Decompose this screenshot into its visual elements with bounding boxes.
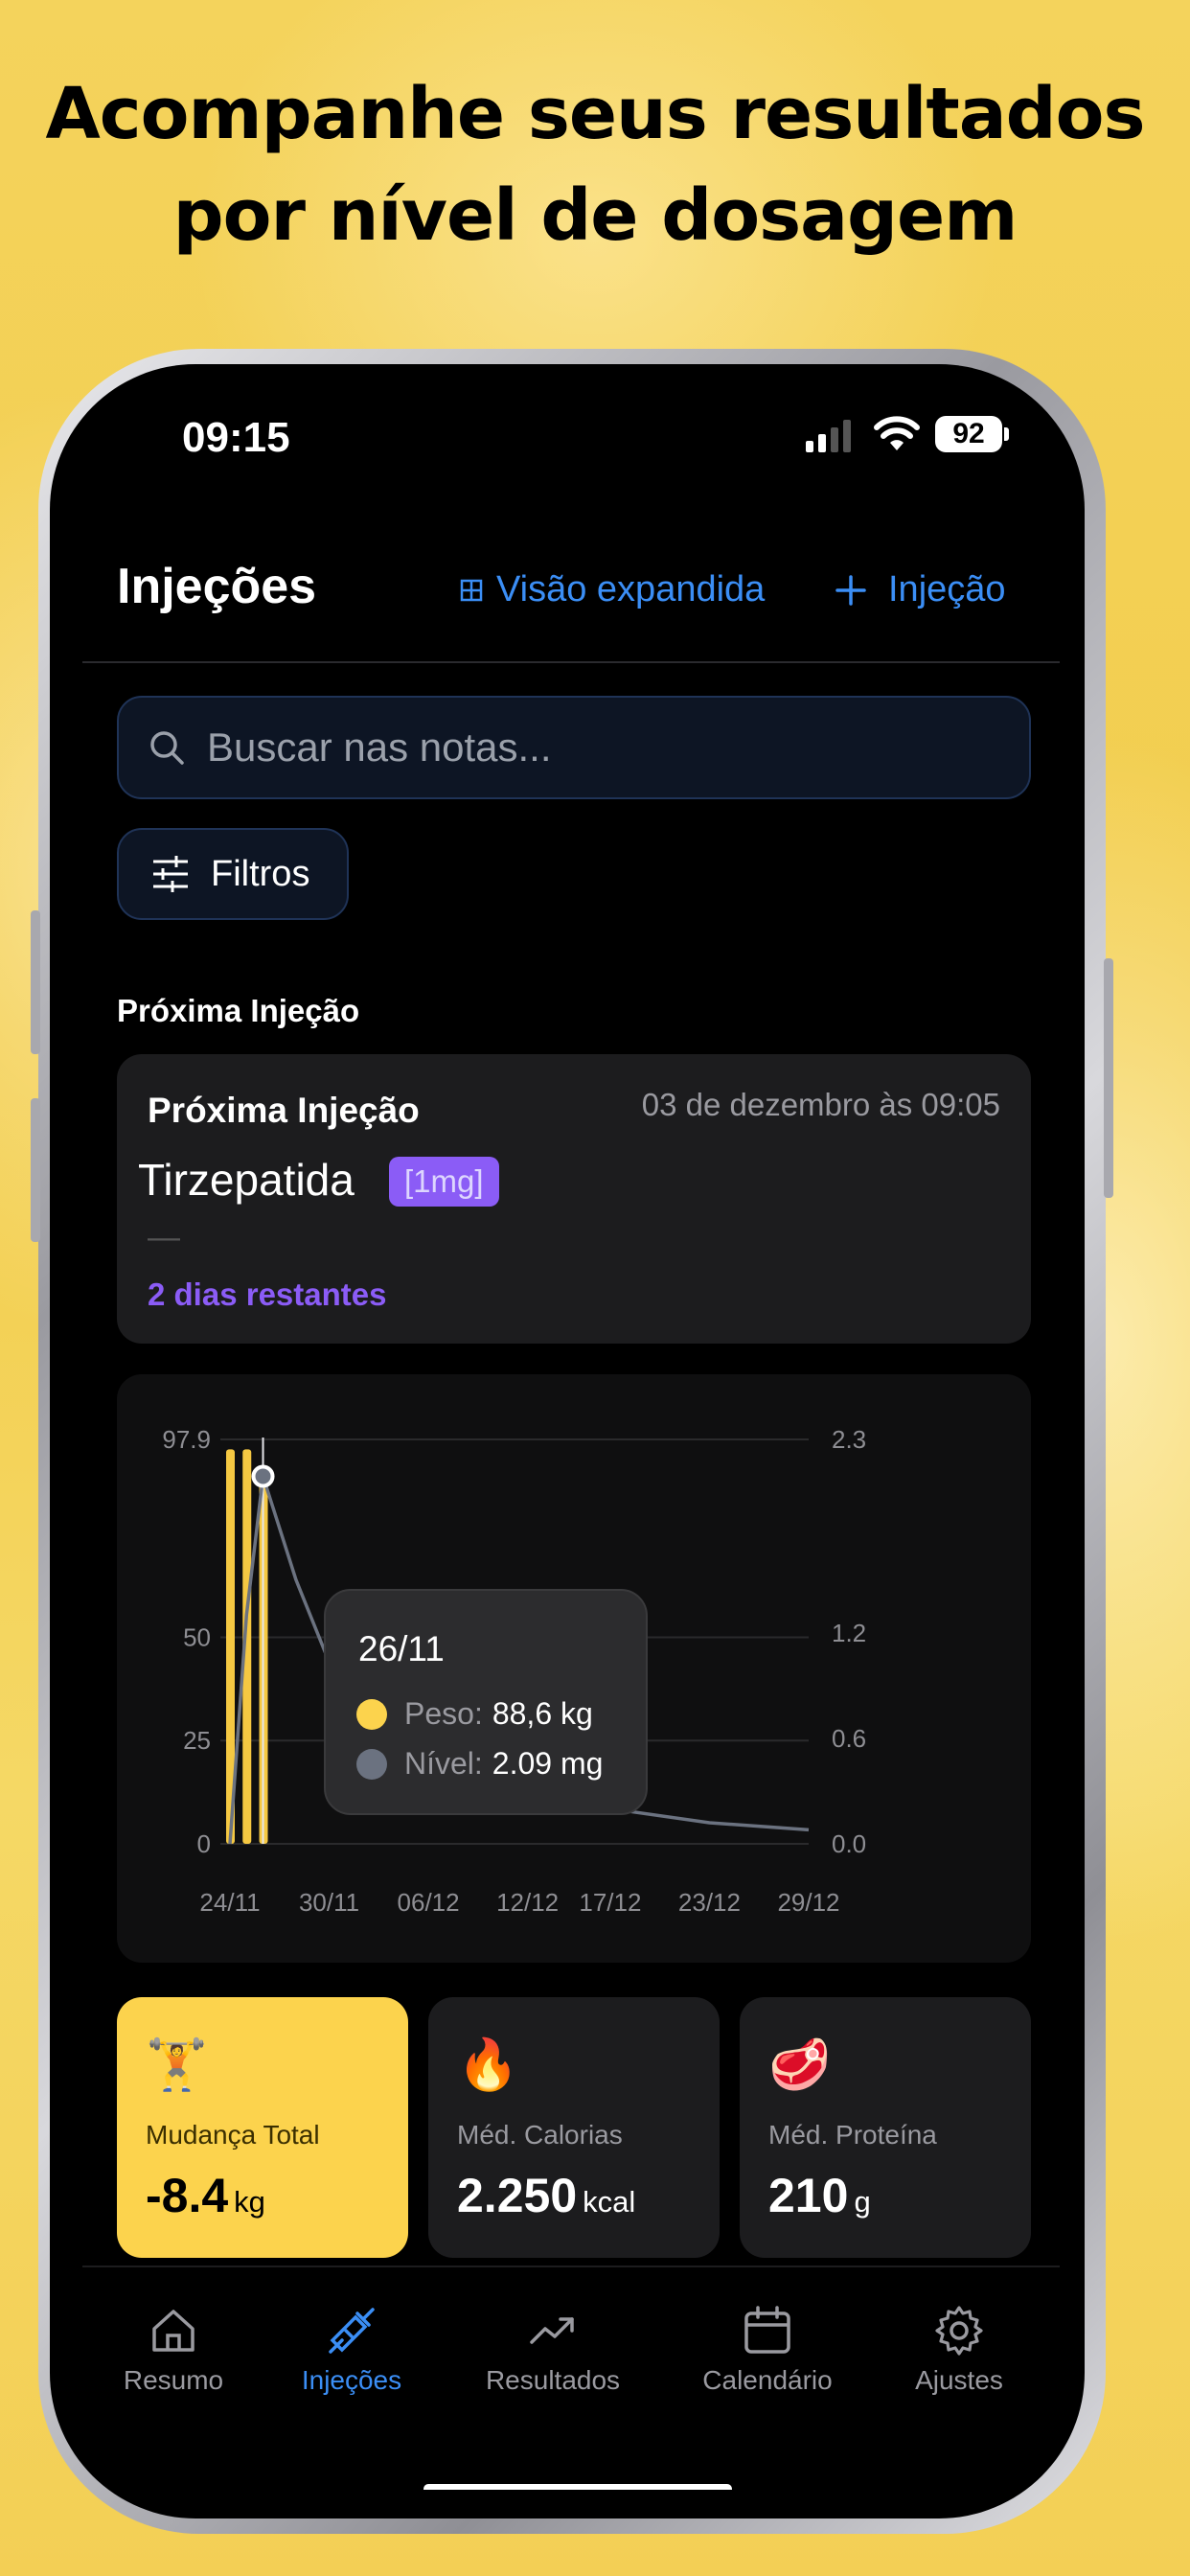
search-icon — [150, 731, 184, 765]
marketing-headline: Acompanhe seus resultados por nível de d… — [0, 63, 1190, 266]
headline-line-1: Acompanhe seus resultados — [45, 73, 1146, 155]
tab-ajustes[interactable]: Ajustes — [868, 2304, 1050, 2396]
status-time: 09:15 — [182, 414, 290, 461]
x-tick-label: 12/12 — [496, 1888, 559, 1917]
weight-legend-dot — [356, 1698, 387, 1730]
filters-label: Filtros — [211, 853, 310, 894]
volume-up-button — [31, 910, 40, 1054]
weightlifter-icon: 🏋 — [146, 2037, 208, 2093]
y-right-tick-label: 2.3 — [832, 1425, 866, 1454]
injection-note: — — [148, 1219, 180, 1255]
tab-resumo[interactable]: Resumo — [82, 2304, 264, 2396]
tab-injecoes[interactable]: Injeções — [261, 2304, 443, 2396]
stat-card-total-change[interactable]: 🏋 Mudança Total -8.4 kg — [117, 1997, 408, 2258]
tooltip-weight-row: Peso: 88,6 kg — [356, 1696, 593, 1732]
x-tick-label: 23/12 — [678, 1888, 741, 1917]
stat-label: Méd. Calorias — [457, 2120, 623, 2150]
stat-unit: g — [854, 2185, 871, 2219]
tab-label: Resultados — [485, 2365, 621, 2395]
battery-nub — [1004, 427, 1009, 441]
fire-icon: 🔥 — [457, 2037, 519, 2093]
section-label-next-injection: Próxima Injeção — [117, 993, 360, 1028]
stat-value: 2.250 — [457, 2169, 578, 2222]
x-tick-label: 30/11 — [299, 1888, 359, 1917]
stat-value-row: 210 g — [768, 2168, 871, 2223]
stat-card-avg-protein[interactable]: 🥩 Méd. Proteína 210 g — [740, 1997, 1031, 2258]
stat-unit: kcal — [583, 2185, 636, 2219]
cellular-signal-icon — [806, 420, 851, 452]
stat-label: Méd. Proteína — [768, 2120, 937, 2150]
tooltip-weight-label: Peso: — [404, 1696, 483, 1731]
calendar-icon — [744, 2306, 790, 2354]
dose-badge: [1mg] — [389, 1157, 499, 1207]
add-injection-button[interactable]: Injeção — [835, 569, 1006, 610]
stat-label: Mudança Total — [146, 2120, 320, 2150]
page-title: Injeções — [117, 559, 317, 614]
search-field[interactable]: Buscar nas notas... — [117, 696, 1031, 799]
tab-resultados[interactable]: Resultados — [462, 2304, 644, 2396]
wifi-icon — [874, 416, 920, 450]
power-button — [1104, 958, 1113, 1198]
stat-value: 210 — [768, 2169, 849, 2222]
x-tick-label: 29/12 — [777, 1888, 839, 1917]
x-tick-label: 06/12 — [398, 1888, 460, 1917]
add-injection-label: Injeção — [888, 569, 1006, 610]
phone-screen: 09:15 92 Injeções Visão expandida Injeçã… — [82, 395, 1060, 2490]
y-left-tick-label: 25 — [183, 1726, 211, 1755]
expanded-view-label: Visão expandida — [496, 569, 766, 610]
y-right-tick-label: 0.0 — [832, 1829, 866, 1858]
meat-icon: 🥩 — [768, 2037, 831, 2093]
level-legend-dot — [356, 1748, 387, 1780]
stat-unit: kg — [234, 2185, 265, 2219]
tab-label: Ajustes — [915, 2365, 1003, 2395]
drug-name: Tirzepatida — [138, 1155, 355, 1205]
tab-calendario[interactable]: Calendário — [676, 2304, 858, 2396]
dosage-chart-card: 97.9 50 25 0 2.3 1.2 0.6 0.0 24/11 30/11 06/12 12/1… — [117, 1374, 1031, 1963]
y-left-tick-label: 50 — [183, 1622, 211, 1651]
stat-value: -8.4 — [146, 2169, 229, 2222]
selected-point — [251, 1464, 275, 1488]
plus-icon — [835, 574, 866, 606]
chart-tooltip: 26/11 Peso: 88,6 kg Nível: 2.09 mg — [324, 1589, 648, 1815]
tab-bar: Resumo Injeções Resultados Calendário Aj… — [82, 2266, 1060, 2490]
stat-value-row: 2.250 kcal — [457, 2168, 635, 2223]
next-injection-title: Próxima Injeção — [148, 1091, 420, 1130]
trending-up-icon — [530, 2317, 574, 2344]
x-tick-label: 24/11 — [199, 1888, 260, 1917]
battery-indicator: 92 — [935, 416, 1002, 452]
stat-card-avg-calories[interactable]: 🔥 Méd. Calorias 2.250 kcal — [428, 1997, 720, 2258]
tooltip-weight-value: 88,6 kg — [492, 1696, 593, 1731]
grid-icon — [460, 579, 483, 601]
search-placeholder: Buscar nas notas... — [207, 724, 552, 770]
tooltip-level-label: Nível: — [404, 1746, 483, 1781]
filters-button[interactable]: Filtros — [117, 828, 349, 920]
home-indicator — [423, 2484, 732, 2490]
tooltip-level-value: 2.09 mg — [492, 1746, 604, 1781]
tab-label: Resumo — [123, 2365, 224, 2395]
y-left-tick-label: 97.9 — [162, 1425, 211, 1454]
y-right-tick-label: 0.6 — [832, 1724, 866, 1753]
sliders-icon — [153, 856, 188, 892]
days-remaining: 2 dias restantes — [148, 1276, 387, 1312]
home-icon — [152, 2310, 195, 2352]
next-injection-card[interactable]: Próxima Injeção 03 de dezembro às 09:05 … — [117, 1054, 1031, 1344]
x-tick-label: 17/12 — [579, 1888, 641, 1917]
tab-label: Injeções — [301, 2365, 402, 2395]
y-left-tick-label: 0 — [197, 1829, 211, 1858]
tooltip-level-row: Nível: 2.09 mg — [356, 1746, 603, 1782]
header-divider — [82, 661, 1060, 663]
stat-value-row: -8.4 kg — [146, 2168, 265, 2223]
y-right-tick-label: 1.2 — [832, 1619, 866, 1647]
tab-label: Calendário — [702, 2365, 833, 2395]
headline-line-2: por nível de dosagem — [172, 174, 1018, 257]
gear-icon — [935, 2306, 983, 2356]
next-injection-date: 03 de dezembro às 09:05 — [641, 1087, 1000, 1122]
expanded-view-button[interactable]: Visão expandida — [460, 569, 765, 610]
volume-down-button — [31, 1098, 40, 1242]
tooltip-date: 26/11 — [358, 1629, 445, 1668]
syringe-icon — [329, 2308, 375, 2354]
